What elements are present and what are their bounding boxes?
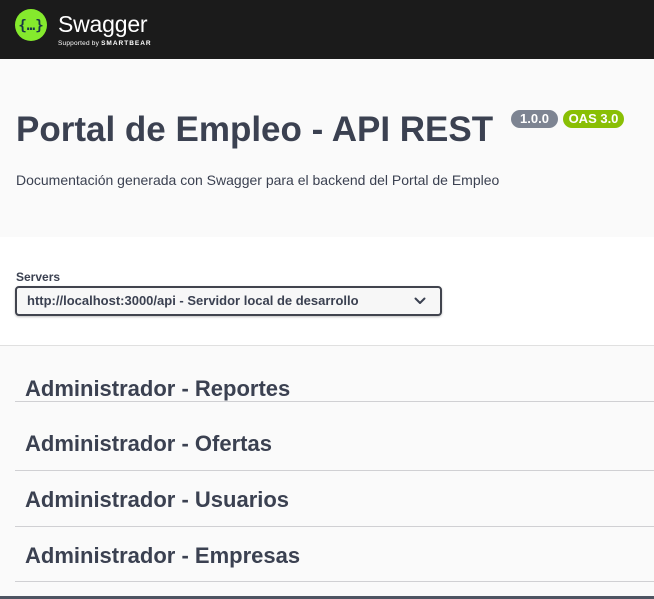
api-info: Portal de Empleo - API REST 1.0.0 OAS 3.…	[0, 59, 654, 237]
tag-section-usuarios[interactable]: Administrador - Usuarios	[15, 471, 654, 527]
oas-badge: OAS 3.0	[563, 110, 624, 128]
svg-text:{…}: {…}	[18, 18, 43, 34]
tag-label: Administrador - Usuarios	[25, 487, 290, 512]
page-title: Portal de Empleo - API REST	[16, 110, 494, 149]
tag-section-empresas[interactable]: Administrador - Empresas	[15, 527, 654, 582]
tag-section-reportes[interactable]: Administrador - Reportes	[15, 346, 654, 402]
tag-label: Administrador - Reportes	[25, 376, 291, 401]
api-description: Documentación generada con Swagger para …	[16, 172, 500, 188]
logo-title: Swagger	[58, 11, 148, 37]
version-badge: 1.0.0	[511, 110, 558, 128]
operation-tags: Administrador - Reportes Administrador -…	[0, 346, 654, 599]
tag-label: Administrador - Ofertas	[25, 431, 272, 456]
chevron-down-icon	[414, 297, 426, 304]
logo-subtitle: Supported by SMARTBEAR	[58, 40, 152, 47]
tag-section-ofertas[interactable]: Administrador - Ofertas	[15, 415, 654, 471]
topbar: {…} Swagger Supported by SMARTBEAR	[0, 0, 654, 59]
servers-select[interactable]: http://localhost:3000/api - Servidor loc…	[15, 286, 442, 316]
tag-label: Administrador - Empresas	[25, 543, 301, 568]
servers-section: Servers http://localhost:3000/api - Serv…	[0, 237, 654, 346]
servers-label: Servers	[16, 270, 61, 284]
swagger-logo-icon: {…}	[15, 9, 47, 41]
server-selected-value: http://localhost:3000/api - Servidor loc…	[27, 293, 359, 308]
